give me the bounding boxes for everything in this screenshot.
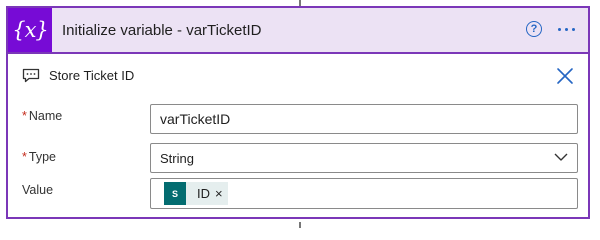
close-icon[interactable] (556, 67, 574, 85)
token-remove-button[interactable]: × (215, 186, 223, 201)
value-label-text: Value (22, 183, 54, 197)
type-label: * Type (22, 150, 56, 164)
sharepoint-icon: S (164, 182, 186, 205)
required-mark: * (22, 109, 27, 123)
value-label: Value (22, 183, 53, 197)
comment-label: Store Ticket ID (49, 68, 135, 83)
required-mark: * (22, 150, 27, 164)
value-input[interactable]: S ID × (150, 178, 578, 209)
name-label-text: Name (28, 109, 63, 123)
type-select-value: String (160, 150, 194, 166)
dynamic-content-token[interactable]: S ID × (164, 182, 228, 205)
action-card: {x} Initialize variable - varTicketID ? … (6, 6, 590, 219)
more-options-icon[interactable] (552, 16, 580, 42)
action-body: Store Ticket ID * Name varTicketID * Type … (8, 54, 588, 219)
comment-row: Store Ticket ID (22, 68, 134, 83)
help-icon[interactable]: ? (526, 21, 542, 37)
variable-icon: {x} (8, 8, 52, 52)
type-label-text: Type (28, 150, 56, 164)
comment-icon (22, 68, 40, 83)
token-label: ID (197, 186, 210, 201)
flow-connector-bottom (299, 222, 301, 228)
chevron-down-icon[interactable] (554, 152, 568, 162)
action-header[interactable]: {x} Initialize variable - varTicketID ? (8, 8, 588, 54)
name-input[interactable]: varTicketID (150, 104, 578, 134)
action-title[interactable]: Initialize variable - varTicketID (62, 22, 262, 39)
name-label: * Name (22, 109, 62, 123)
type-select[interactable]: String (150, 143, 578, 173)
name-input-value: varTicketID (160, 111, 231, 127)
